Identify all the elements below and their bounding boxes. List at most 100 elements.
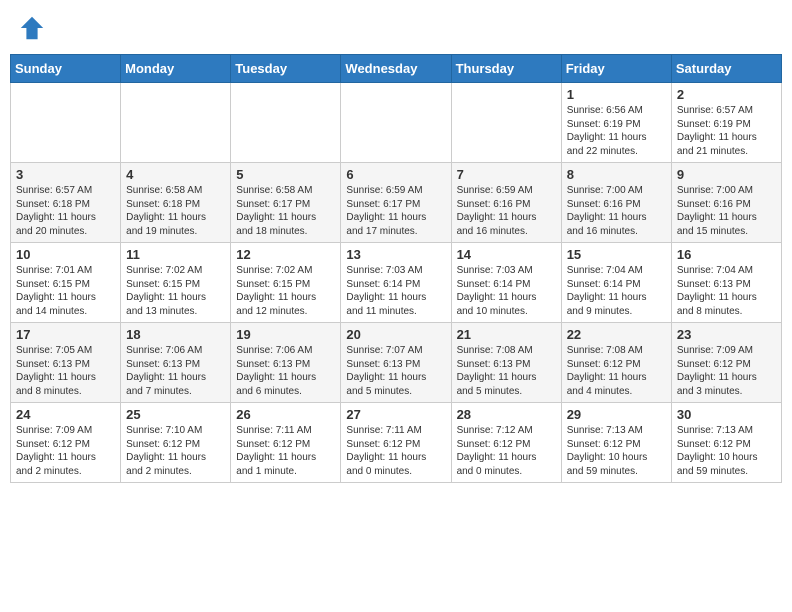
calendar-cell: 14 Sunrise: 7:03 AM Sunset: 6:14 PM Dayli… [451, 243, 561, 323]
day-info: Sunrise: 7:02 AM Sunset: 6:15 PM Dayligh… [236, 264, 335, 318]
day-info: Sunrise: 7:03 AM Sunset: 6:14 PM Dayligh… [457, 264, 556, 318]
day-number: 26 [236, 407, 335, 422]
calendar-cell: 11 Sunrise: 7:02 AM Sunset: 6:15 PM Dayli… [121, 243, 231, 323]
calendar-cell [451, 83, 561, 163]
calendar-cell: 3 Sunrise: 6:57 AM Sunset: 6:18 PM Daylig… [11, 163, 121, 243]
calendar-cell: 24 Sunrise: 7:09 AM Sunset: 6:12 PM Dayli… [11, 403, 121, 483]
calendar-cell: 20Sunrise: 7:07 AM Sunset: 6:13 PM Dayli… [341, 323, 451, 403]
day-info: Sunrise: 7:04 AM Sunset: 6:14 PM Dayligh… [567, 264, 666, 318]
calendar-table: SundayMondayTuesdayWednesdayThursdayFrid… [10, 54, 782, 483]
day-number: 28 [457, 407, 556, 422]
calendar-cell: 8 Sunrise: 7:00 AM Sunset: 6:16 PM Daylig… [561, 163, 671, 243]
day-info: Sunrise: 6:57 AM Sunset: 6:19 PM Dayligh… [677, 104, 776, 158]
day-number: 8 [567, 167, 666, 182]
calendar-cell [11, 83, 121, 163]
day-info: Sunrise: 7:00 AM Sunset: 6:16 PM Dayligh… [567, 184, 666, 238]
day-info: Sunrise: 7:01 AM Sunset: 6:15 PM Dayligh… [16, 264, 115, 318]
day-info: Sunrise: 7:11 AM Sunset: 6:12 PM Dayligh… [236, 424, 335, 478]
calendar-cell: 26 Sunrise: 7:11 AM Sunset: 6:12 PM Dayli… [231, 403, 341, 483]
page-header [10, 10, 782, 46]
day-number: 24 [16, 407, 115, 422]
day-info: Sunrise: 6:58 AM Sunset: 6:17 PM Dayligh… [236, 184, 335, 238]
week-row-3: 10 Sunrise: 7:01 AM Sunset: 6:15 PM Dayli… [11, 243, 782, 323]
weekday-header-friday: Friday [561, 55, 671, 83]
day-info: Sunrise: 7:13 AM Sunset: 6:12 PM Dayligh… [567, 424, 666, 478]
day-info: Sunrise: 7:06 AM Sunset: 6:13 PM Dayligh… [126, 344, 225, 398]
day-number: 20 [346, 327, 445, 342]
day-number: 3 [16, 167, 115, 182]
calendar-cell: 21 Sunrise: 7:08 AM Sunset: 6:13 PM Dayli… [451, 323, 561, 403]
calendar-cell: 16Sunrise: 7:04 AM Sunset: 6:13 PM Dayli… [671, 243, 781, 323]
calendar-cell: 1 Sunrise: 6:56 AM Sunset: 6:19 PM Daylig… [561, 83, 671, 163]
day-number: 13 [346, 247, 445, 262]
day-info: Sunrise: 6:56 AM Sunset: 6:19 PM Dayligh… [567, 104, 666, 158]
day-info: Sunrise: 7:06 AM Sunset: 6:13 PM Dayligh… [236, 344, 335, 398]
calendar-cell: 10 Sunrise: 7:01 AM Sunset: 6:15 PM Dayli… [11, 243, 121, 323]
day-number: 23 [677, 327, 776, 342]
day-info: Sunrise: 6:58 AM Sunset: 6:18 PM Dayligh… [126, 184, 225, 238]
weekday-header-wednesday: Wednesday [341, 55, 451, 83]
logo-icon [18, 14, 46, 42]
day-info: Sunrise: 6:59 AM Sunset: 6:17 PM Dayligh… [346, 184, 445, 238]
weekday-header-row: SundayMondayTuesdayWednesdayThursdayFrid… [11, 55, 782, 83]
day-info: Sunrise: 7:09 AM Sunset: 6:12 PM Dayligh… [16, 424, 115, 478]
weekday-header-thursday: Thursday [451, 55, 561, 83]
calendar-cell: 4 Sunrise: 6:58 AM Sunset: 6:18 PM Daylig… [121, 163, 231, 243]
calendar-cell: 22 Sunrise: 7:08 AM Sunset: 6:12 PM Dayli… [561, 323, 671, 403]
calendar-cell: 12Sunrise: 7:02 AM Sunset: 6:15 PM Dayli… [231, 243, 341, 323]
day-info: Sunrise: 7:00 AM Sunset: 6:16 PM Dayligh… [677, 184, 776, 238]
day-number: 11 [126, 247, 225, 262]
day-number: 4 [126, 167, 225, 182]
day-info: Sunrise: 7:02 AM Sunset: 6:15 PM Dayligh… [126, 264, 225, 318]
calendar-cell [341, 83, 451, 163]
day-number: 16 [677, 247, 776, 262]
calendar-cell: 28 Sunrise: 7:12 AM Sunset: 6:12 PM Dayli… [451, 403, 561, 483]
day-info: Sunrise: 7:03 AM Sunset: 6:14 PM Dayligh… [346, 264, 445, 318]
calendar-cell: 17 Sunrise: 7:05 AM Sunset: 6:13 PM Dayli… [11, 323, 121, 403]
day-number: 9 [677, 167, 776, 182]
day-number: 2 [677, 87, 776, 102]
weekday-header-monday: Monday [121, 55, 231, 83]
day-number: 29 [567, 407, 666, 422]
weekday-header-sunday: Sunday [11, 55, 121, 83]
day-info: Sunrise: 7:13 AM Sunset: 6:12 PM Dayligh… [677, 424, 776, 478]
day-number: 27 [346, 407, 445, 422]
day-number: 19 [236, 327, 335, 342]
calendar-cell: 30 Sunrise: 7:13 AM Sunset: 6:12 PM Dayli… [671, 403, 781, 483]
week-row-4: 17 Sunrise: 7:05 AM Sunset: 6:13 PM Dayli… [11, 323, 782, 403]
day-info: Sunrise: 6:57 AM Sunset: 6:18 PM Dayligh… [16, 184, 115, 238]
calendar-cell: 29 Sunrise: 7:13 AM Sunset: 6:12 PM Dayli… [561, 403, 671, 483]
calendar-cell [231, 83, 341, 163]
day-info: Sunrise: 7:11 AM Sunset: 6:12 PM Dayligh… [346, 424, 445, 478]
day-info: Sunrise: 7:09 AM Sunset: 6:12 PM Dayligh… [677, 344, 776, 398]
week-row-2: 3 Sunrise: 6:57 AM Sunset: 6:18 PM Daylig… [11, 163, 782, 243]
day-info: Sunrise: 7:12 AM Sunset: 6:12 PM Dayligh… [457, 424, 556, 478]
day-info: Sunrise: 7:10 AM Sunset: 6:12 PM Dayligh… [126, 424, 225, 478]
day-number: 30 [677, 407, 776, 422]
calendar-cell [121, 83, 231, 163]
weekday-header-tuesday: Tuesday [231, 55, 341, 83]
day-number: 17 [16, 327, 115, 342]
day-number: 7 [457, 167, 556, 182]
day-info: Sunrise: 7:08 AM Sunset: 6:12 PM Dayligh… [567, 344, 666, 398]
day-number: 22 [567, 327, 666, 342]
calendar-cell: 27 Sunrise: 7:11 AM Sunset: 6:12 PM Dayli… [341, 403, 451, 483]
day-number: 6 [346, 167, 445, 182]
calendar-cell: 9 Sunrise: 7:00 AM Sunset: 6:16 PM Daylig… [671, 163, 781, 243]
day-number: 21 [457, 327, 556, 342]
day-info: Sunrise: 7:05 AM Sunset: 6:13 PM Dayligh… [16, 344, 115, 398]
calendar-cell: 13 Sunrise: 7:03 AM Sunset: 6:14 PM Dayli… [341, 243, 451, 323]
week-row-1: 1 Sunrise: 6:56 AM Sunset: 6:19 PM Daylig… [11, 83, 782, 163]
day-info: Sunrise: 7:08 AM Sunset: 6:13 PM Dayligh… [457, 344, 556, 398]
day-number: 18 [126, 327, 225, 342]
day-number: 14 [457, 247, 556, 262]
week-row-5: 24 Sunrise: 7:09 AM Sunset: 6:12 PM Dayli… [11, 403, 782, 483]
day-number: 1 [567, 87, 666, 102]
calendar-cell: 15 Sunrise: 7:04 AM Sunset: 6:14 PM Dayli… [561, 243, 671, 323]
day-number: 10 [16, 247, 115, 262]
calendar-cell: 6 Sunrise: 6:59 AM Sunset: 6:17 PM Daylig… [341, 163, 451, 243]
day-number: 15 [567, 247, 666, 262]
calendar-cell: 18 Sunrise: 7:06 AM Sunset: 6:13 PM Dayli… [121, 323, 231, 403]
calendar-cell: 7Sunrise: 6:59 AM Sunset: 6:16 PM Daylig… [451, 163, 561, 243]
day-number: 25 [126, 407, 225, 422]
